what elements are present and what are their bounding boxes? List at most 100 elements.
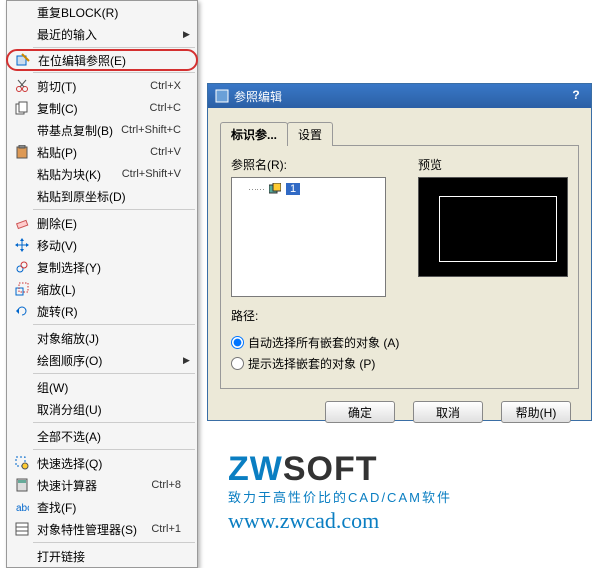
menu-item-label: 粘贴为块(K) bbox=[33, 166, 122, 183]
menu-item[interactable]: 打开链接 bbox=[7, 545, 197, 567]
menu-item[interactable]: 快速计算器Ctrl+8 bbox=[7, 474, 197, 496]
menu-item-label: 旋转(R) bbox=[33, 303, 183, 320]
menu-icon-blank bbox=[11, 3, 33, 21]
menu-item-label: 对象缩放(J) bbox=[33, 330, 183, 347]
dialog-help-button[interactable]: ? bbox=[567, 88, 585, 104]
menu-separator bbox=[33, 449, 195, 450]
radio-auto-select[interactable]: 自动选择所有嵌套的对象 (A) bbox=[231, 334, 568, 351]
menu-icon-blank bbox=[11, 378, 33, 396]
logo-zw: ZW bbox=[228, 450, 283, 488]
menu-item[interactable]: 复制(C)Ctrl+C bbox=[7, 97, 197, 119]
cancel-button[interactable]: 取消 bbox=[413, 401, 483, 423]
menu-shortcut: Ctrl+V bbox=[150, 146, 183, 158]
tree-node[interactable]: ⋯⋯ 1 bbox=[236, 182, 381, 196]
tree-node-label: 1 bbox=[286, 183, 300, 195]
menu-icon-blank bbox=[11, 121, 33, 139]
menu-item-label: 复制选择(Y) bbox=[33, 259, 183, 276]
menu-item[interactable]: 带基点复制(B)Ctrl+Shift+C bbox=[7, 119, 197, 141]
menu-item[interactable]: 旋转(R) bbox=[7, 300, 197, 322]
ref-name-label: 参照名(R): bbox=[231, 156, 406, 173]
menu-item[interactable]: 组(W) bbox=[7, 376, 197, 398]
submenu-arrow-icon: ▶ bbox=[183, 355, 193, 366]
menu-shortcut: Ctrl+X bbox=[150, 80, 183, 92]
menu-item-label: 查找(F) bbox=[33, 499, 183, 516]
menu-item[interactable]: 移动(V) bbox=[7, 234, 197, 256]
path-label: 路径: bbox=[231, 307, 568, 324]
menu-icon-blank bbox=[11, 329, 33, 347]
menu-icon-blank bbox=[11, 427, 33, 445]
scale-icon bbox=[11, 280, 33, 298]
menu-item[interactable]: 粘贴为块(K)Ctrl+Shift+V bbox=[7, 163, 197, 185]
erase-icon bbox=[11, 214, 33, 232]
menu-item-label: 粘贴到原坐标(D) bbox=[33, 188, 183, 205]
menu-item[interactable]: 复制选择(Y) bbox=[7, 256, 197, 278]
radio-prompt-input[interactable] bbox=[231, 357, 244, 370]
menu-item[interactable]: 绘图顺序(O)▶ bbox=[7, 349, 197, 371]
rotate-icon bbox=[11, 302, 33, 320]
preview-label: 预览 bbox=[418, 156, 568, 173]
menu-item[interactable]: 对象特性管理器(S)Ctrl+1 bbox=[7, 518, 197, 540]
menu-item[interactable]: 快速选择(Q) bbox=[7, 452, 197, 474]
menu-item[interactable]: 在位编辑参照(E) bbox=[6, 49, 198, 71]
menu-item[interactable]: 全部不选(A) bbox=[7, 425, 197, 447]
preview-rect bbox=[439, 196, 557, 262]
menu-item[interactable]: 粘贴到原坐标(D) bbox=[7, 185, 197, 207]
tree-connector: ⋯⋯ bbox=[248, 184, 264, 195]
menu-item-label: 剪切(T) bbox=[33, 78, 150, 95]
menu-item-label: 删除(E) bbox=[33, 215, 183, 232]
menu-item[interactable]: abc查找(F) bbox=[7, 496, 197, 518]
menu-item[interactable]: 缩放(L) bbox=[7, 278, 197, 300]
menu-separator bbox=[33, 209, 195, 210]
menu-item[interactable]: 粘贴(P)Ctrl+V bbox=[7, 141, 197, 163]
logo-brand: ZWSOFT bbox=[228, 450, 452, 489]
menu-separator bbox=[33, 422, 195, 423]
dialog-icon bbox=[214, 88, 230, 104]
menu-item[interactable]: 对象缩放(J) bbox=[7, 327, 197, 349]
menu-separator bbox=[33, 72, 195, 73]
menu-item-label: 重复BLOCK(R) bbox=[33, 4, 183, 21]
props-icon bbox=[11, 520, 33, 538]
tab-identify[interactable]: 标识参... bbox=[220, 122, 288, 146]
menu-item[interactable]: 剪切(T)Ctrl+X bbox=[7, 75, 197, 97]
calc-icon bbox=[11, 476, 33, 494]
radio-auto-input[interactable] bbox=[231, 336, 244, 349]
menu-item-label: 取消分组(U) bbox=[33, 401, 183, 418]
menu-item[interactable]: 重复BLOCK(R) bbox=[7, 1, 197, 23]
menu-item-label: 在位编辑参照(E) bbox=[34, 52, 182, 69]
tab-settings[interactable]: 设置 bbox=[287, 122, 333, 146]
menu-item-label: 对象特性管理器(S) bbox=[33, 521, 151, 538]
dialog-title: 参照编辑 bbox=[234, 88, 567, 105]
menu-item-label: 绘图顺序(O) bbox=[33, 352, 183, 369]
menu-item[interactable]: 最近的输入▶ bbox=[7, 23, 197, 45]
menu-icon-blank bbox=[11, 187, 33, 205]
reference-edit-dialog: 参照编辑 ? 标识参... 设置 参照名(R): ⋯⋯ bbox=[207, 83, 592, 421]
menu-shortcut: Ctrl+1 bbox=[151, 523, 183, 535]
menu-icon-blank bbox=[11, 351, 33, 369]
menu-item-label: 全部不选(A) bbox=[33, 428, 183, 445]
menu-separator bbox=[33, 373, 195, 374]
menu-item-label: 组(W) bbox=[33, 379, 183, 396]
menu-shortcut: Ctrl+8 bbox=[151, 479, 183, 491]
reference-tree[interactable]: ⋯⋯ 1 bbox=[231, 177, 386, 297]
radio-prompt-select[interactable]: 提示选择嵌套的对象 (P) bbox=[231, 355, 568, 372]
menu-item-label: 移动(V) bbox=[33, 237, 183, 254]
menu-item[interactable]: 删除(E) bbox=[7, 212, 197, 234]
logo-soft: SOFT bbox=[283, 450, 378, 488]
menu-item[interactable]: 取消分组(U) bbox=[7, 398, 197, 420]
ok-button[interactable]: 确定 bbox=[325, 401, 395, 423]
move-icon bbox=[11, 236, 33, 254]
cut-icon bbox=[11, 77, 33, 95]
menu-item-label: 最近的输入 bbox=[33, 26, 183, 43]
menu-separator bbox=[33, 47, 195, 48]
menu-shortcut: Ctrl+Shift+V bbox=[122, 168, 183, 180]
radio-prompt-label: 提示选择嵌套的对象 (P) bbox=[248, 355, 375, 372]
logo-url: www.zwcad.com bbox=[228, 508, 452, 534]
menu-item-label: 复制(C) bbox=[33, 100, 150, 117]
menu-separator bbox=[33, 542, 195, 543]
menu-item-label: 快速选择(Q) bbox=[33, 455, 183, 472]
menu-icon-blank bbox=[11, 400, 33, 418]
zwsoft-logo: ZWSOFT 致力于高性价比的CAD/CAM软件 www.zwcad.com bbox=[228, 450, 452, 534]
paste-icon bbox=[11, 143, 33, 161]
help-button[interactable]: 帮助(H) bbox=[501, 401, 571, 423]
menu-separator bbox=[33, 324, 195, 325]
